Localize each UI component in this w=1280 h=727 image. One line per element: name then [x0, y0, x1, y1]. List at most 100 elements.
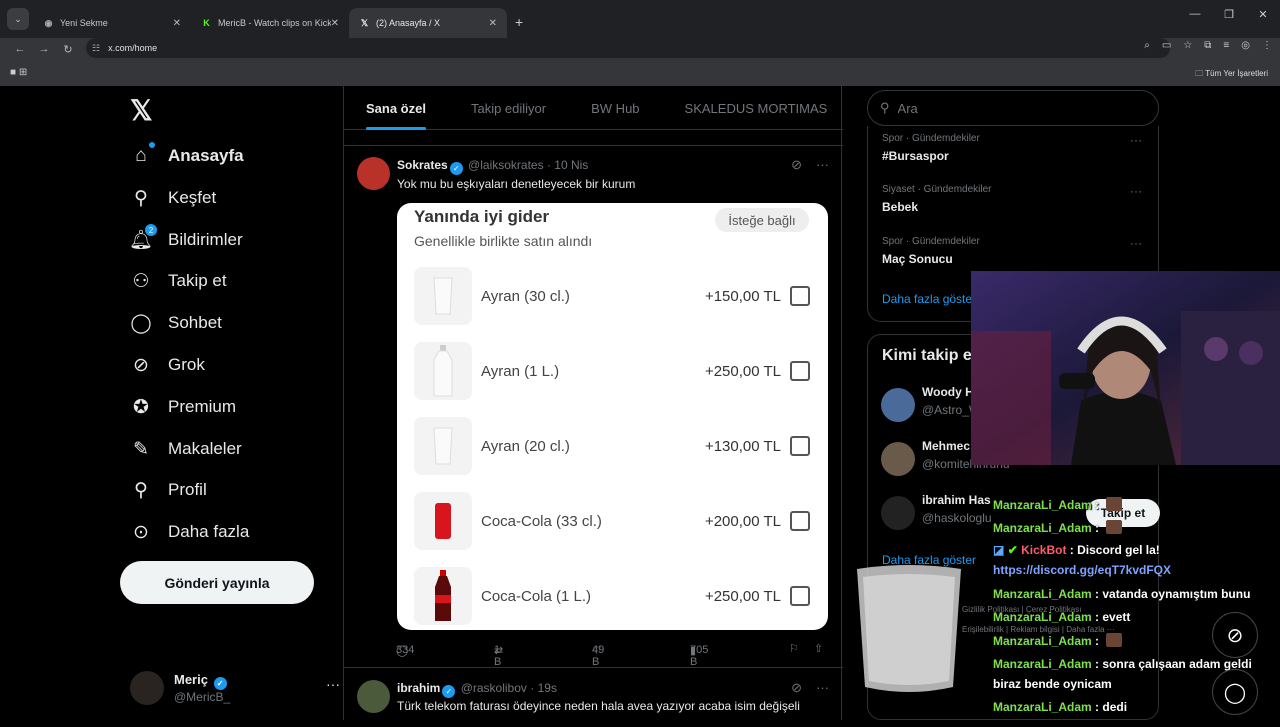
- person-icon: ⚲: [134, 479, 148, 501]
- more-horizontal-icon[interactable]: ···: [816, 157, 829, 173]
- search-box[interactable]: ⚲: [867, 90, 1159, 126]
- tab-skaledus[interactable]: SKALEDUS MORTIMAS: [685, 86, 828, 130]
- grok-icon[interactable]: ⊘: [791, 680, 802, 696]
- tweet-author-name[interactable]: ibrahim: [397, 681, 440, 695]
- menu-icon[interactable]: ⋮: [1262, 40, 1272, 51]
- grok-icon: ⊘: [1226, 624, 1244, 647]
- share-icon[interactable]: ⇧: [814, 642, 823, 655]
- nav-item-follow[interactable]: ⚇ Takip et: [130, 267, 226, 295]
- product-checkbox[interactable]: [790, 436, 810, 456]
- address-bar[interactable]: ☷ x.com/home: [86, 38, 1170, 58]
- browser-tab-1[interactable]: ◉ Yeni Sekme ✕: [33, 8, 191, 38]
- chat-text: vatanda oynamıştım bunu: [1102, 587, 1251, 601]
- tweet-top-icons: ⊘ ···: [791, 157, 829, 173]
- zoom-icon[interactable]: ⌕: [1144, 40, 1150, 51]
- close-tab-icon[interactable]: ✕: [489, 18, 497, 29]
- nav-item-articles[interactable]: ✎ Makaleler: [130, 435, 242, 463]
- card-title: Yanında iyi gider: [414, 207, 550, 226]
- nav-item-notifications[interactable]: 🔔︎ 2 Bildirimler: [129, 224, 243, 254]
- verified-badge-icon: ✔: [1007, 543, 1018, 557]
- avatar[interactable]: [357, 680, 390, 713]
- profile-icon[interactable]: ◎: [1241, 40, 1250, 51]
- extensions-icon[interactable]: ⧉: [1204, 40, 1211, 51]
- home-icon: ⌂: [130, 142, 155, 167]
- notification-badge: 2: [145, 224, 157, 236]
- star-icon[interactable]: ☆: [1183, 40, 1192, 51]
- nav-label: Grok: [168, 355, 205, 374]
- account-switcher[interactable]: Meriç ✓ @MericB_ ···: [130, 668, 340, 708]
- grok-icon: ⊘: [133, 354, 149, 376]
- chat-message: ManzaraLi_Adam : vatanda oynamıştım bunu: [993, 587, 1251, 601]
- nav-item-grok[interactable]: ⊘ Grok: [130, 351, 205, 379]
- tweet-header: ibrahim ✓ @raskolibov · 19s: [397, 681, 557, 698]
- grok-float-button[interactable]: ⊘: [1212, 612, 1258, 658]
- tweet-author-name[interactable]: Sokrates: [397, 158, 448, 172]
- browser-tab-3[interactable]: 𝕏 (2) Anasayfa / X ✕: [349, 8, 507, 38]
- close-tab-icon[interactable]: ✕: [331, 18, 339, 29]
- more-horizontal-icon[interactable]: ···: [816, 680, 829, 696]
- trends-show-more[interactable]: Daha fazla göster: [882, 292, 976, 306]
- card-subtitle: Genellikle birlikte satın alındı: [414, 233, 593, 249]
- trend-item[interactable]: Siyaset · Gündemdekiler Bebek ···: [882, 184, 1142, 214]
- tweet-header: Sokrates ✓ @laiksokrates · 10 Nis: [397, 158, 589, 175]
- verified-icon: ✪: [133, 396, 149, 418]
- close-window-icon[interactable]: ✕: [1246, 8, 1280, 21]
- product-row: Ayran (1 L.) +250,00 TL: [414, 342, 812, 402]
- search-input[interactable]: [897, 100, 1138, 116]
- apps-icon[interactable]: ■ ⊞: [10, 67, 27, 78]
- more-horizontal-icon[interactable]: ···: [1130, 236, 1142, 250]
- bookmark-icon[interactable]: ⚐: [789, 642, 799, 655]
- more-horizontal-icon[interactable]: ···: [1130, 133, 1142, 147]
- tab-following[interactable]: Takip ediliyor: [471, 86, 546, 130]
- all-bookmarks[interactable]: 🗀 Tüm Yer İşaretleri: [1195, 68, 1268, 82]
- nav-item-home[interactable]: ⌂ Anasayfa: [130, 142, 244, 170]
- grok-icon[interactable]: ⊘: [791, 157, 802, 173]
- nav-item-explore[interactable]: ⚲ Keşfet: [130, 184, 216, 212]
- tab-search-dropdown[interactable]: ⌄: [7, 8, 29, 30]
- messages-float-button[interactable]: ◯: [1212, 669, 1258, 715]
- back-icon[interactable]: ←: [8, 43, 32, 55]
- trend-item[interactable]: Spor · Gündemdekiler Maç Sonucu ···: [882, 236, 1142, 266]
- avatar: [881, 496, 915, 530]
- more-horizontal-icon[interactable]: ···: [326, 676, 340, 692]
- new-tab-icon[interactable]: +: [515, 14, 523, 30]
- suggestion-name: ibrahim Has: [922, 493, 991, 507]
- tweet-text: Yok mu bu eşkıyaları denetleyecek bir ku…: [397, 177, 636, 191]
- nav-item-chat[interactable]: ◯ Sohbet: [130, 309, 222, 337]
- tab-for-you[interactable]: Sana özel: [366, 86, 426, 130]
- feed-tabs: Sana özel Takip ediliyor BW Hub SKALEDUS…: [344, 86, 843, 130]
- cast-icon[interactable]: ▭: [1162, 40, 1171, 51]
- tweet-author-handle[interactable]: @raskolibov: [461, 681, 527, 695]
- chat-link[interactable]: https://discord.gg/eqT7kvdFQX: [993, 563, 1280, 578]
- nav-item-profile[interactable]: ⚲ Profil: [130, 476, 207, 504]
- browser-tab-2[interactable]: K MericB - Watch clips on Kick ✕: [191, 8, 349, 38]
- tweet-time[interactable]: 10 Nis: [554, 158, 588, 172]
- trend-item[interactable]: Spor · Gündemdekiler #Bursaspor ···: [882, 133, 1142, 163]
- article-icon: ✎: [133, 438, 149, 460]
- product-checkbox[interactable]: [790, 286, 810, 306]
- x-logo-icon[interactable]: 𝕏: [130, 94, 153, 127]
- minimize-icon[interactable]: —: [1178, 8, 1212, 21]
- chat-text: evett: [1102, 610, 1131, 624]
- avatar[interactable]: [357, 157, 390, 190]
- close-tab-icon[interactable]: ✕: [173, 18, 181, 29]
- media-icon[interactable]: ≡: [1223, 40, 1229, 51]
- tab-bw-hub[interactable]: BW Hub: [591, 86, 639, 130]
- reload-icon[interactable]: ↻: [56, 43, 80, 56]
- product-checkbox[interactable]: [790, 586, 810, 606]
- trend-name: #Bursaspor: [882, 149, 949, 163]
- post-button[interactable]: Gönderi yayınla: [120, 561, 314, 604]
- chat-text: dedi: [1102, 700, 1128, 714]
- restore-icon[interactable]: ❐: [1212, 8, 1246, 21]
- nav-item-more[interactable]: ⊙ Daha fazla: [130, 518, 249, 546]
- tweet-time[interactable]: 19s: [538, 681, 557, 695]
- more-horizontal-icon[interactable]: ···: [1130, 184, 1142, 198]
- site-info-icon[interactable]: ☷: [92, 43, 100, 54]
- product-checkbox[interactable]: [790, 361, 810, 381]
- tweet-image[interactable]: Yanında iyi gider Genellikle birlikte sa…: [397, 203, 828, 630]
- forward-icon[interactable]: →: [32, 43, 56, 55]
- nav-item-premium[interactable]: ✪ Premium: [130, 393, 236, 421]
- tweet-author-handle[interactable]: @laiksokrates: [468, 158, 544, 172]
- tweet[interactable]: ibrahim ✓ @raskolibov · 19s ⊘ ··· Türk te…: [344, 667, 843, 727]
- product-checkbox[interactable]: [790, 511, 810, 531]
